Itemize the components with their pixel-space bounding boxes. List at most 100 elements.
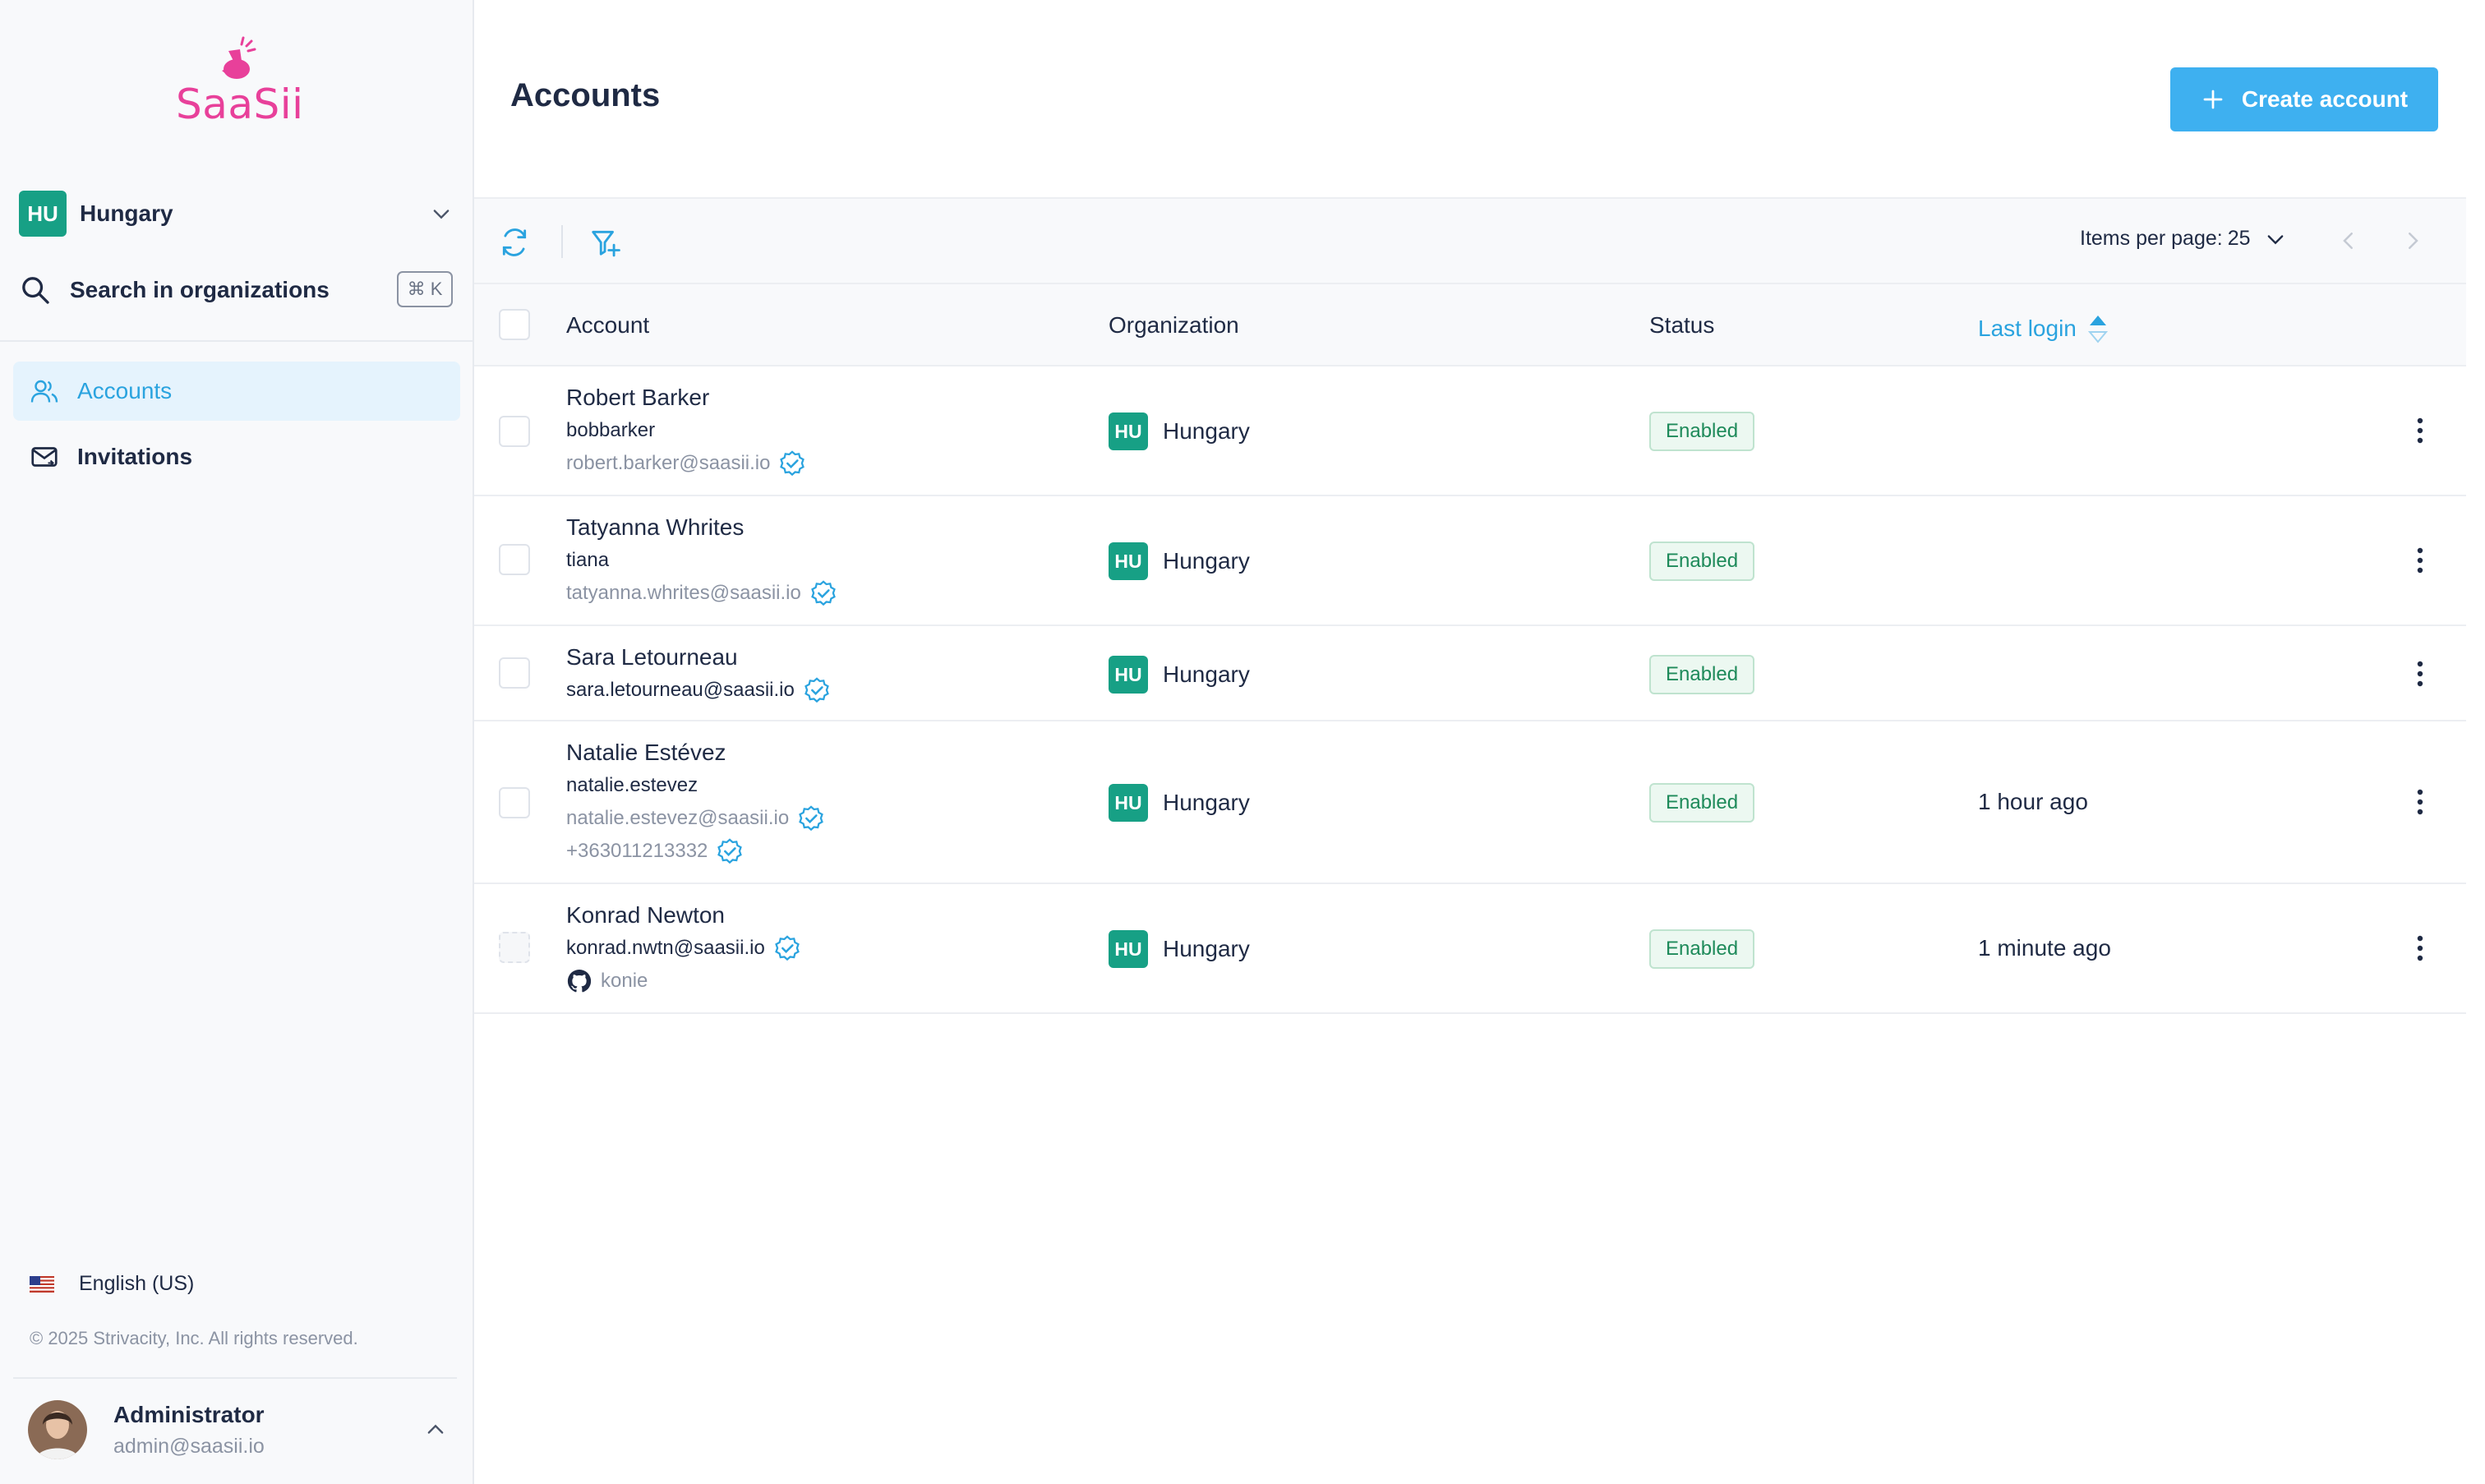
toolbar-divider: [561, 225, 563, 258]
account-username: natalie.estevez: [566, 769, 825, 802]
row-checkbox: [499, 932, 530, 963]
refresh-icon[interactable]: [499, 227, 530, 262]
select-all-checkbox[interactable]: [499, 309, 530, 340]
items-per-page-value: 25: [2227, 227, 2251, 250]
keyboard-shortcut: ⌘ K: [397, 271, 453, 307]
user-name: Administrator: [113, 1401, 265, 1427]
account-email: robert.barker@saasii.io: [566, 447, 806, 480]
language-selector[interactable]: English (US): [30, 1272, 194, 1296]
organization-switcher[interactable]: HU Hungary: [19, 191, 453, 237]
email-text: sara.letourneau@saasii.io: [566, 679, 795, 701]
plus-icon: [2201, 87, 2225, 112]
more-options-icon[interactable]: [2412, 414, 2428, 447]
previous-page-button[interactable]: [2336, 228, 2361, 257]
add-filter-icon[interactable]: [589, 227, 620, 262]
username-text: tiana: [566, 549, 610, 571]
organization-name: Hungary: [1163, 661, 1250, 687]
table-toolbar: Items per page: 25: [474, 197, 2466, 284]
sort-ascending-icon: [2087, 316, 2108, 343]
table-row[interactable]: Tatyanna Whrites tiana tatyanna.whrites@…: [474, 496, 2466, 626]
account-username: bobbarker: [566, 414, 806, 447]
next-page-button[interactable]: [2400, 228, 2425, 257]
username-text: natalie.estevez: [566, 774, 698, 796]
chevron-left-icon: [2343, 233, 2353, 249]
verified-icon: [773, 934, 801, 962]
account-email: sara.letourneau@saasii.io: [566, 674, 831, 707]
chevron-down-icon: [2267, 234, 2283, 244]
last-login: 1 minute ago: [1978, 935, 2111, 961]
create-account-label: Create account: [2241, 86, 2409, 112]
chevron-up-icon: [427, 1424, 444, 1434]
column-header-last-login[interactable]: Last login: [1978, 312, 2108, 345]
search-organizations[interactable]: Search in organizations ⌘ K: [19, 270, 453, 311]
last-login: 1 hour ago: [1978, 789, 2088, 814]
main-content: Accounts Create account Items per page: …: [474, 0, 2485, 1484]
email-text: natalie.estevez@saasii.io: [566, 807, 790, 829]
org-badge: HU: [1109, 930, 1148, 968]
table-row[interactable]: Robert Barker bobbarker robert.barker@sa…: [474, 366, 2466, 496]
account-name: Konrad Newton: [566, 902, 726, 928]
organization-name: Hungary: [1163, 548, 1250, 574]
status-badge: Enabled: [1649, 783, 1755, 823]
row-checkbox[interactable]: [499, 416, 530, 447]
org-badge: HU: [1109, 656, 1148, 694]
copyright-text: © 2025 Strivacity, Inc. All rights reser…: [30, 1328, 358, 1348]
status-badge: Enabled: [1649, 542, 1755, 581]
account-name: Sara Letourneau: [566, 644, 738, 670]
mail-icon: [31, 447, 58, 467]
create-account-button[interactable]: Create account: [2170, 67, 2438, 131]
sidebar: SaaSii HU Hungary Search in organization…: [0, 0, 474, 1484]
github-icon: [566, 968, 592, 994]
verified-icon: [778, 449, 806, 477]
more-options-icon[interactable]: [2412, 932, 2428, 965]
avatar: [28, 1400, 87, 1459]
more-options-icon[interactable]: [2412, 657, 2428, 690]
org-badge: HU: [1109, 784, 1148, 822]
account-name: Robert Barker: [566, 385, 710, 410]
users-icon: [30, 380, 58, 403]
verified-icon: [716, 837, 744, 865]
language-label: English (US): [79, 1272, 195, 1295]
table-row[interactable]: Sara Letourneau sara.letourneau@saasii.i…: [474, 626, 2466, 721]
account-github: konie: [566, 965, 801, 998]
search-icon: [22, 277, 49, 304]
org-badge: HU: [1109, 542, 1148, 580]
saasii-logo[interactable]: SaaSii: [176, 36, 303, 128]
table-row[interactable]: Konrad Newton konrad.nwtn@saasii.io koni…: [474, 884, 2466, 1014]
organization-name: Hungary: [1163, 936, 1250, 961]
user-menu[interactable]: Administrator admin@saasii.io: [28, 1397, 447, 1463]
row-checkbox[interactable]: [499, 657, 530, 689]
last-login-label: Last login: [1978, 316, 2077, 341]
row-checkbox[interactable]: [499, 787, 530, 818]
phone-text: +363011213332: [566, 840, 708, 862]
account-email: natalie.estevez@saasii.io: [566, 802, 825, 835]
sidebar-divider: [13, 1377, 457, 1379]
table-header: Account Organization Status Last login: [474, 284, 2466, 366]
more-options-icon[interactable]: [2412, 786, 2428, 818]
chevron-right-icon: [2409, 233, 2418, 249]
sidebar-divider: [0, 340, 474, 342]
page-title: Accounts: [510, 77, 661, 113]
account-phone: +363011213332: [566, 835, 825, 868]
sidebar-item-accounts[interactable]: Accounts: [13, 362, 460, 421]
email-text: tatyanna.whrites@saasii.io: [566, 582, 801, 604]
sidebar-item-label: Invitations: [77, 444, 193, 469]
row-checkbox[interactable]: [499, 544, 530, 575]
more-options-icon[interactable]: [2412, 544, 2428, 577]
status-badge: Enabled: [1649, 655, 1755, 694]
table-row[interactable]: Natalie Estévez natalie.estevez natalie.…: [474, 721, 2466, 884]
logo-hand-icon: [222, 36, 256, 79]
email-text: robert.barker@saasii.io: [566, 452, 771, 474]
chevron-down-icon: [433, 210, 450, 219]
org-switcher-name: Hungary: [80, 200, 173, 226]
status-badge: Enabled: [1649, 929, 1755, 969]
account-username: tiana: [566, 544, 837, 577]
status-badge: Enabled: [1649, 412, 1755, 451]
verified-icon: [803, 676, 831, 704]
sidebar-item-invitations[interactable]: Invitations: [13, 427, 460, 486]
github-username: konie: [601, 970, 648, 992]
username-text: bobbarker: [566, 419, 656, 441]
account-name: Tatyanna Whrites: [566, 514, 745, 540]
items-per-page-select[interactable]: Items per page: 25: [2080, 227, 2287, 251]
verified-icon: [797, 804, 825, 832]
